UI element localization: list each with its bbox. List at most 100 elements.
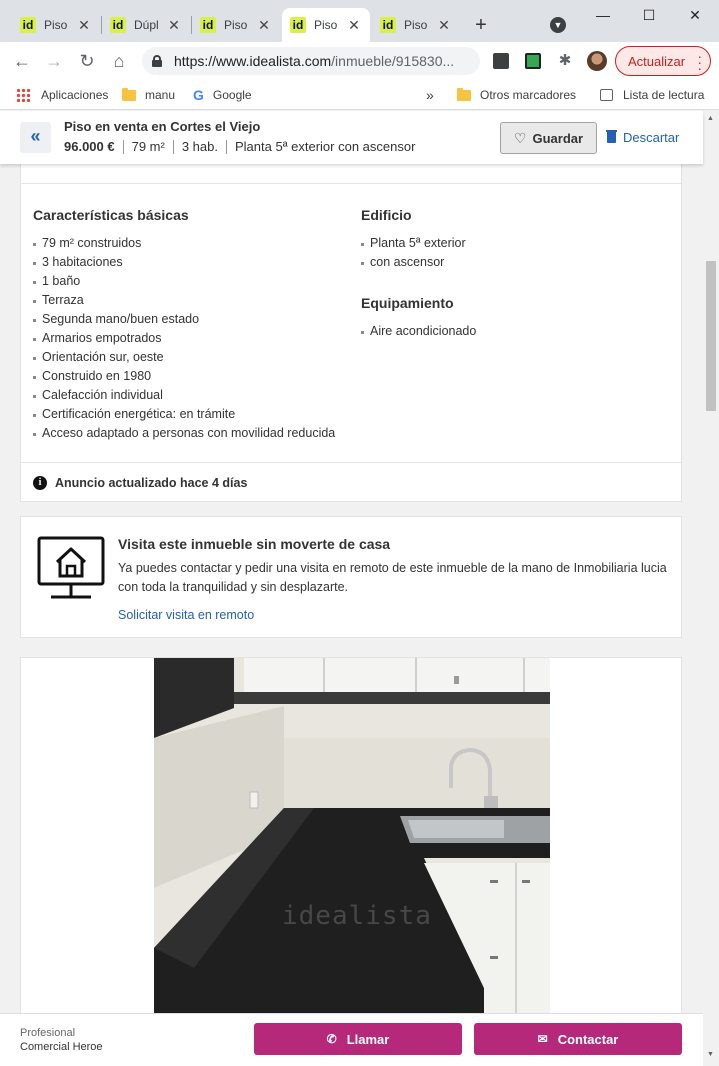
page-scrollbar[interactable]: ▲ ▼	[703, 111, 719, 1066]
close-tab-icon[interactable]: ✕	[76, 17, 92, 34]
monitor-house-icon	[37, 536, 105, 599]
save-button[interactable]: ♡ Guardar	[500, 122, 597, 154]
home-icon[interactable]: ⌂	[107, 49, 131, 73]
tab-title: Piso	[404, 18, 428, 32]
more-bookmarks-button[interactable]: »	[426, 86, 434, 104]
info-icon: i	[33, 476, 47, 490]
browser-tab[interactable]: id Dúpl ✕	[102, 8, 190, 42]
back-button[interactable]: «	[20, 122, 51, 153]
tab-title: Piso	[224, 18, 248, 32]
price: 96.000 €	[64, 139, 115, 154]
basic-features-list: 79 m² construidos 3 habitaciones 1 baño …	[33, 234, 335, 443]
call-button[interactable]: ✆ Llamar	[254, 1023, 462, 1055]
forward-arrow-icon[interactable]: →	[42, 49, 66, 73]
extensions-puzzle-icon[interactable]: ✱	[553, 49, 577, 73]
floor: Planta 5ª exterior con ascensor	[235, 139, 416, 154]
minimize-window-icon[interactable]: —	[590, 4, 616, 26]
photo-watermark: idealista	[282, 901, 432, 931]
discard-button[interactable]: Descartar	[606, 130, 680, 145]
scroll-down-arrow-icon[interactable]: ▼	[707, 1051, 714, 1058]
bookmark-label: Aplicaciones	[41, 88, 109, 102]
browser-tab-active[interactable]: id Piso ✕	[282, 8, 370, 42]
property-photo[interactable]: idealista	[154, 658, 550, 1018]
tab-title: Piso	[44, 18, 68, 32]
size: 79 m²	[131, 139, 165, 154]
bookmark-label: Otros marcadores	[480, 88, 577, 102]
request-remote-visit-link[interactable]: Solicitar visita en remoto	[118, 608, 254, 622]
remote-visit-card: Visita este inmueble sin moverte de casa…	[20, 516, 682, 638]
phone-icon: ✆	[326, 1032, 337, 1046]
features-card: Características básicas 79 m² construido…	[20, 154, 682, 502]
trash-icon	[606, 130, 617, 143]
address-bar[interactable]: https://www.idealista.com/inmueble/91583…	[142, 47, 480, 75]
bookmark-label: Google	[212, 88, 252, 102]
browser-tabstrip: id Piso ✕ id Dúpl ✕ id Piso ✕ id Piso ✕ …	[0, 0, 719, 42]
new-tab-button[interactable]: +	[470, 14, 492, 36]
idealista-favicon-icon: id	[200, 17, 216, 33]
extension-icon[interactable]	[525, 53, 541, 69]
reload-icon[interactable]: ↻	[75, 49, 99, 73]
folder-icon	[122, 87, 136, 101]
basic-features-title: Características básicas	[33, 207, 189, 223]
bookmark-google[interactable]: G Google	[193, 86, 252, 104]
page-content: Características básicas 79 m² construido…	[0, 111, 703, 1066]
idealista-favicon-icon: id	[110, 17, 126, 33]
remote-visit-title: Visita este inmueble sin moverte de casa	[118, 536, 391, 552]
separator	[122, 139, 124, 154]
browser-toolbar: ← → ↻ ⌂ https://www.idealista.com/inmueb…	[0, 42, 719, 80]
browser-tab[interactable]: id Piso ✕	[372, 8, 460, 42]
browser-tab[interactable]: id Piso ✕	[12, 8, 100, 42]
close-window-icon[interactable]: ✕	[682, 4, 708, 26]
reading-list-button[interactable]: Lista de lectura	[600, 86, 704, 104]
bookmark-other-folder[interactable]: Otros marcadores	[457, 86, 576, 104]
maximize-window-icon[interactable]: ☐	[636, 4, 662, 26]
list-item: Armarios empotrados	[33, 329, 335, 348]
scroll-up-arrow-icon[interactable]: ▲	[707, 115, 714, 122]
rooms: 3 hab.	[181, 139, 218, 154]
tab-title: Piso	[314, 18, 338, 32]
idealista-favicon-icon: id	[20, 17, 36, 33]
building-title: Edificio	[361, 207, 412, 223]
update-browser-button[interactable]: Actualizar · · ·	[615, 46, 711, 76]
list-item: Calefacción individual	[33, 386, 335, 405]
scrollbar-thumb[interactable]	[706, 261, 716, 411]
back-arrow-icon[interactable]: ←	[10, 49, 34, 73]
profile-avatar[interactable]	[587, 51, 607, 71]
last-updated-notice: i Anuncio actualizado hace 4 días	[33, 476, 247, 490]
remote-visit-description: Ya puedes contactar y pedir una visita e…	[118, 561, 667, 594]
close-tab-icon[interactable]: ✕	[346, 17, 362, 34]
close-tab-icon[interactable]: ✕	[166, 17, 182, 34]
bookmark-manu[interactable]: manu	[122, 86, 175, 104]
extension-icon[interactable]	[493, 53, 509, 69]
list-item: 79 m² construidos	[33, 234, 335, 253]
discard-label: Descartar	[623, 130, 680, 145]
list-item: Acceso adaptado a personas con movilidad…	[33, 424, 335, 443]
bookmark-apps[interactable]: Aplicaciones	[16, 86, 108, 104]
list-item: Planta 5ª exterior	[361, 234, 466, 253]
advertiser-info: Profesional Comercial Heroe	[20, 1026, 103, 1054]
tab-search-icon[interactable]: ▼	[550, 17, 566, 33]
lock-icon[interactable]	[152, 55, 162, 67]
separator	[172, 139, 174, 154]
listing-sticky-header: « Piso en venta en Cortes el Viejo 96.00…	[0, 111, 703, 164]
call-label: Llamar	[346, 1031, 390, 1047]
equipment-title: Equipamiento	[361, 295, 454, 311]
save-label: Guardar	[532, 130, 584, 146]
advertiser-type: Profesional	[20, 1027, 76, 1039]
last-updated-text: Anuncio actualizado hace 4 días	[55, 476, 248, 490]
list-item: 1 baño	[33, 272, 335, 291]
divider	[21, 462, 681, 463]
browser-tab[interactable]: id Piso ✕	[192, 8, 280, 42]
bookmarks-bar: Aplicaciones manu G Google » Otros marca…	[0, 80, 719, 110]
idealista-favicon-icon: id	[380, 17, 396, 33]
close-tab-icon[interactable]: ✕	[256, 17, 272, 34]
list-item: Certificación energética: en trámite	[33, 405, 335, 424]
url-text: https://www.idealista.com/inmueble/91583…	[174, 53, 455, 69]
contact-button[interactable]: ✉ Contactar	[474, 1023, 682, 1055]
contact-bar: Profesional Comercial Heroe ✆ Llamar ✉ C…	[0, 1013, 703, 1066]
apps-grid-icon	[16, 88, 30, 102]
google-icon: G	[193, 87, 204, 103]
close-tab-icon[interactable]: ✕	[436, 17, 452, 34]
equipment-list: Aire acondicionado	[361, 322, 476, 341]
list-item: Terraza	[33, 291, 335, 310]
